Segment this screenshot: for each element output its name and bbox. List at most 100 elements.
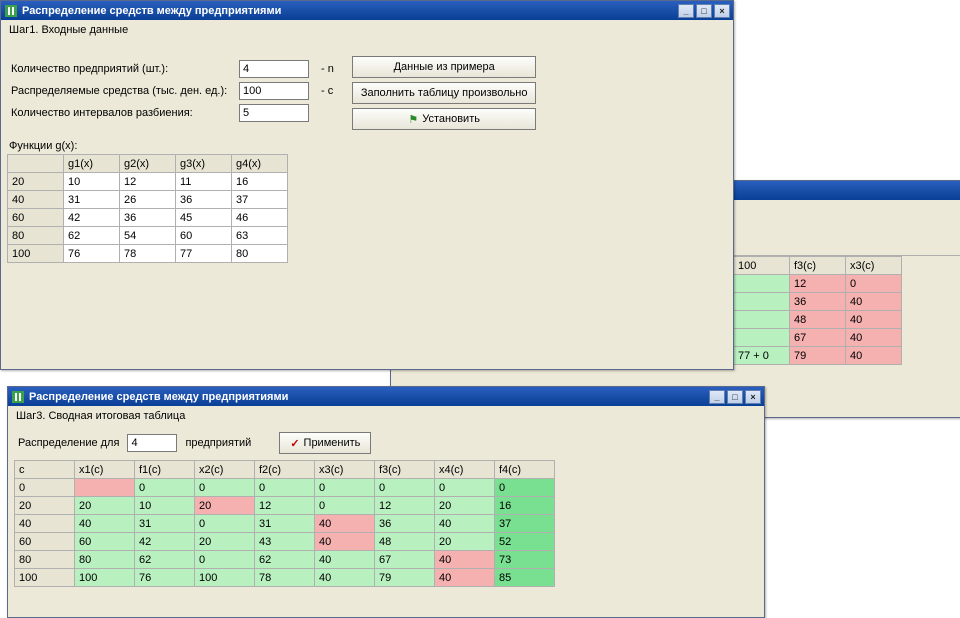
cell[interactable]: 40 [846,347,902,365]
row-header[interactable]: 0 [15,479,75,497]
cell[interactable]: 36 [790,293,846,311]
cell[interactable]: 80 [75,551,135,569]
cell[interactable]: 67 [790,329,846,347]
cell[interactable]: 0 [375,479,435,497]
row-header[interactable]: 20 [15,497,75,515]
cell[interactable]: 73 [495,551,555,569]
cell[interactable]: 62 [135,551,195,569]
cell[interactable]: 43 [255,533,315,551]
cell[interactable]: 79 [375,569,435,587]
cell[interactable]: 37 [232,191,288,209]
summary-table[interactable]: cx1(c)f1(c)x2(c)f2(c)x3(c)f3(c)x4(c)f4(c… [14,460,555,587]
cell[interactable]: 100 [195,569,255,587]
cell[interactable]: 20 [195,533,255,551]
maximize-button[interactable]: □ [696,4,712,18]
minimize-button[interactable]: _ [678,4,694,18]
cell[interactable]: 42 [135,533,195,551]
cell[interactable]: 40 [315,515,375,533]
cell[interactable] [734,293,790,311]
cell[interactable]: 12 [255,497,315,515]
cell[interactable]: 48 [790,311,846,329]
maximize-button[interactable]: □ [727,390,743,404]
apply-button[interactable]: ✓ Применить [279,432,371,454]
cell[interactable]: 12 [120,173,176,191]
cell[interactable]: 20 [435,497,495,515]
cell[interactable]: 62 [64,227,120,245]
cell[interactable]: 52 [495,533,555,551]
cell[interactable]: 10 [135,497,195,515]
close-button[interactable]: × [714,4,730,18]
cell[interactable]: 0 [195,551,255,569]
cell[interactable]: 40 [435,569,495,587]
cell[interactable]: 100 [75,569,135,587]
row-header[interactable]: 40 [15,515,75,533]
cell[interactable] [75,479,135,497]
cell[interactable] [734,311,790,329]
cell[interactable]: 0 [315,479,375,497]
input-k[interactable] [239,104,309,122]
cell[interactable] [734,275,790,293]
row-header[interactable]: 80 [15,551,75,569]
cell[interactable]: 26 [120,191,176,209]
cell[interactable]: 31 [64,191,120,209]
enterprise-count-spinner[interactable] [127,434,177,452]
minimize-button[interactable]: _ [709,390,725,404]
g-functions-table[interactable]: g1(x)g2(x)g3(x)g4(x)20101211164031263637… [7,154,288,263]
cell[interactable]: 40 [846,311,902,329]
cell[interactable]: 48 [375,533,435,551]
cell[interactable]: 78 [120,245,176,263]
cell[interactable]: 67 [375,551,435,569]
input-c[interactable] [239,82,309,100]
cell[interactable]: 78 [255,569,315,587]
cell[interactable]: 85 [495,569,555,587]
cell[interactable]: 40 [315,569,375,587]
cell[interactable]: 0 [135,479,195,497]
cell[interactable]: 40 [435,515,495,533]
cell[interactable]: 20 [195,497,255,515]
row-header[interactable]: 60 [15,533,75,551]
cell[interactable]: 0 [195,479,255,497]
cell[interactable]: 60 [176,227,232,245]
cell[interactable]: 11 [176,173,232,191]
cell[interactable]: 10 [64,173,120,191]
cell[interactable]: 20 [435,533,495,551]
cell[interactable]: 46 [232,209,288,227]
cell[interactable]: 12 [790,275,846,293]
cell[interactable]: 76 [64,245,120,263]
cell[interactable]: 40 [315,533,375,551]
cell[interactable]: 31 [135,515,195,533]
cell[interactable]: 12 [375,497,435,515]
cell[interactable]: 0 [435,479,495,497]
row-header[interactable]: 40 [8,191,64,209]
cell[interactable] [734,329,790,347]
cell[interactable]: 31 [255,515,315,533]
row-header[interactable]: 100 [8,245,64,263]
titlebar-step3[interactable]: Распределение средств между предприятиям… [8,387,764,406]
cell[interactable]: 16 [232,173,288,191]
cell[interactable]: 63 [232,227,288,245]
cell[interactable]: 0 [846,275,902,293]
cell[interactable]: 36 [375,515,435,533]
cell[interactable]: 37 [495,515,555,533]
cell[interactable]: 36 [120,209,176,227]
cell[interactable]: 0 [495,479,555,497]
cell[interactable]: 40 [75,515,135,533]
set-button[interactable]: ⚑ Установить [352,108,537,130]
cell[interactable]: 16 [495,497,555,515]
titlebar-step1[interactable]: Распределение средств между предприятиям… [1,1,733,20]
row-header[interactable]: 80 [8,227,64,245]
cell[interactable]: 40 [435,551,495,569]
cell[interactable]: 20 [75,497,135,515]
cell[interactable]: 0 [255,479,315,497]
cell[interactable]: 79 [790,347,846,365]
cell[interactable]: 0 [195,515,255,533]
cell[interactable]: 36 [176,191,232,209]
cell[interactable]: 0 [315,497,375,515]
row-header[interactable]: 60 [8,209,64,227]
row-header[interactable]: 100 [15,569,75,587]
cell[interactable]: 45 [176,209,232,227]
row-header[interactable]: 20 [8,173,64,191]
cell[interactable]: 40 [846,293,902,311]
close-button[interactable]: × [745,390,761,404]
cell[interactable]: 54 [120,227,176,245]
